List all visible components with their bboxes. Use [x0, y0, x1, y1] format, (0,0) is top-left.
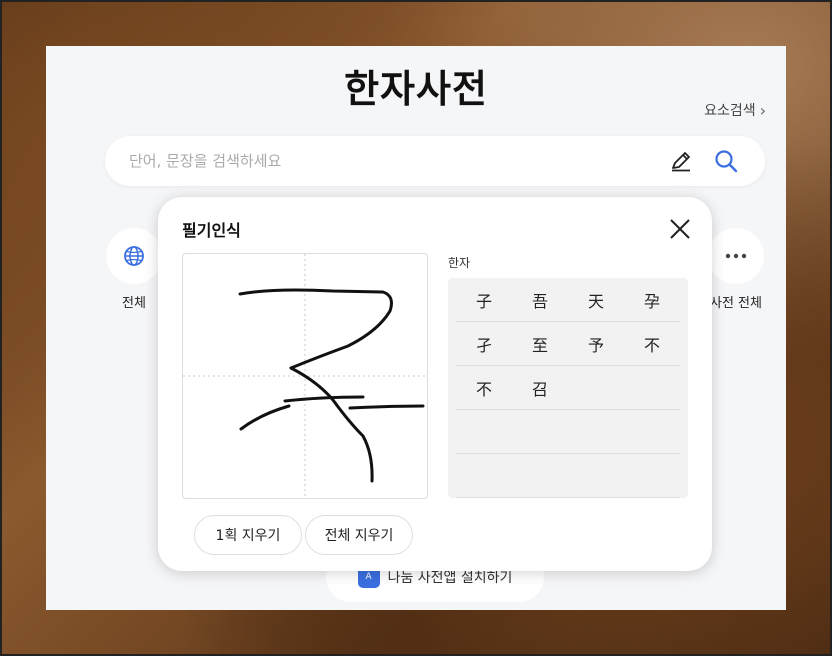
- pen-icon[interactable]: [668, 148, 694, 174]
- page-title: 한자사전: [344, 67, 488, 111]
- result-char[interactable]: 至: [512, 332, 568, 356]
- category-all-dictionaries[interactable]: 사전 전체: [708, 228, 764, 311]
- handwriting-title: 필기인식: [182, 221, 241, 240]
- category-all[interactable]: 전체: [106, 228, 162, 311]
- close-icon[interactable]: [668, 217, 692, 241]
- results-row: 不 召: [456, 366, 680, 410]
- result-char[interactable]: 子: [456, 288, 512, 312]
- results-label: 한자: [448, 256, 471, 270]
- search-input[interactable]: [129, 136, 649, 186]
- undo-stroke-button[interactable]: 1획 지우기: [194, 515, 302, 555]
- more-icon[interactable]: [708, 228, 764, 284]
- chevron-right-icon: ›: [759, 100, 766, 120]
- result-char[interactable]: 不: [456, 376, 512, 400]
- radical-search-label: 요소검색: [704, 103, 756, 119]
- results-row: 子 吾 天 孕: [456, 278, 680, 322]
- handwriting-strokes: [183, 254, 427, 498]
- handwriting-popup: 필기인식 한자 子 吾 天 孕 孑 至 予 不 不 召 1획 지우기 전체 지우…: [158, 197, 712, 571]
- search-bar: [105, 136, 765, 186]
- results-row-empty: [456, 410, 680, 454]
- radical-search-link[interactable]: 요소검색 ›: [704, 100, 766, 120]
- results-row: 孑 至 予 不: [456, 322, 680, 366]
- result-char[interactable]: 孑: [456, 332, 512, 356]
- results-row-empty: [456, 454, 680, 498]
- clear-all-button[interactable]: 전체 지우기: [305, 515, 413, 555]
- globe-icon[interactable]: [106, 228, 162, 284]
- result-char[interactable]: 孕: [624, 288, 680, 312]
- category-all-dictionaries-label: 사전 전체: [710, 296, 762, 311]
- results-grid: 子 吾 天 孕 孑 至 予 不 不 召: [448, 278, 688, 498]
- result-char[interactable]: 天: [568, 288, 624, 312]
- handwriting-canvas[interactable]: [182, 253, 428, 499]
- result-char[interactable]: 吾: [512, 288, 568, 312]
- search-icon[interactable]: [713, 148, 739, 174]
- result-char[interactable]: 不: [624, 332, 680, 356]
- result-char[interactable]: 召: [512, 376, 568, 400]
- category-all-label: 전체: [122, 296, 146, 311]
- result-char[interactable]: 予: [568, 332, 624, 356]
